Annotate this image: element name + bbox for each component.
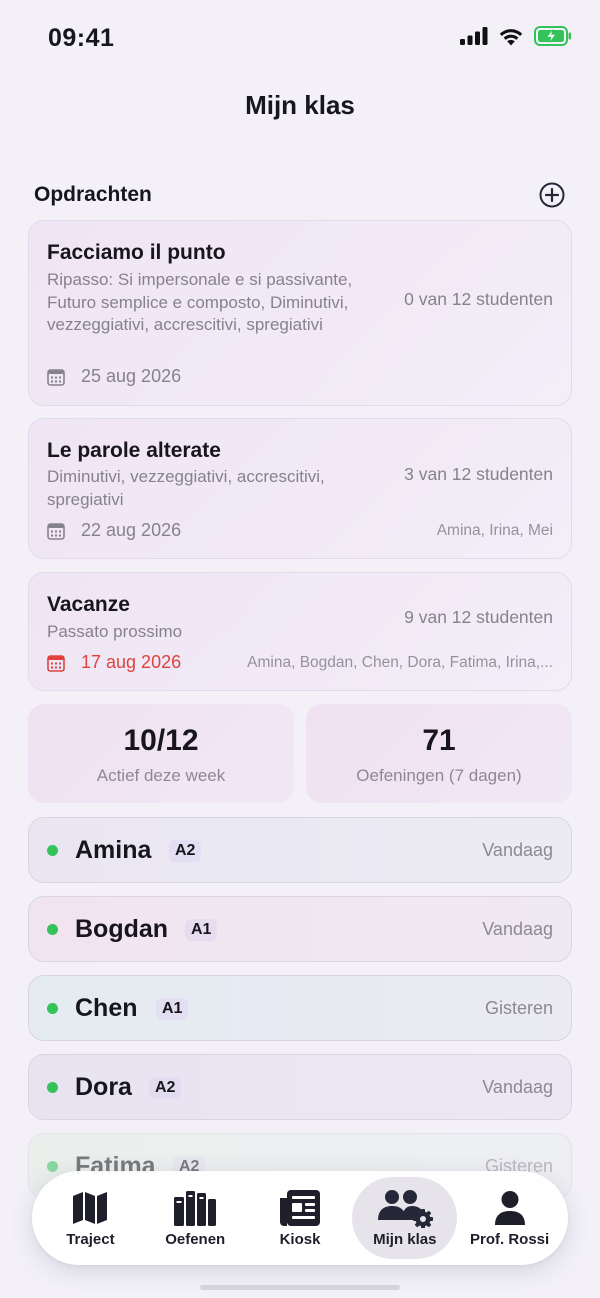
status-bar: 09:41 (0, 0, 600, 78)
assignment-card[interactable]: Vacanze Passato prossimo 9 van 12 studen… (28, 572, 572, 691)
cellular-signal-icon (460, 27, 488, 45)
stat-label: Actief deze week (96, 766, 226, 785)
stat-label: Oefeningen (7 dagen) (356, 766, 522, 785)
assignments-header: Opdrachten (34, 180, 566, 210)
tab-label: Traject (66, 1230, 115, 1248)
assignment-due-date: 22 aug 2026 (47, 520, 181, 541)
tab-profile[interactable]: Prof. Rossi (457, 1177, 562, 1259)
assignment-progress: 9 van 12 studenten (404, 607, 553, 627)
student-row[interactable]: Amina A2 Vandaag (28, 817, 572, 883)
newspaper-icon (279, 1189, 321, 1227)
tab-bar: Traject Oefenen Kiosk Mijn klas Prof. Ro… (32, 1171, 568, 1265)
map-icon (71, 1189, 109, 1227)
assignment-description: Diminutivi, vezzeggiativi, accrescitivi,… (47, 467, 325, 509)
student-level-badge: A1 (185, 919, 218, 941)
assignment-title: Facciamo il punto (47, 241, 226, 264)
assignment-date-text: 22 aug 2026 (81, 520, 182, 540)
page-title: Mijn klas (245, 90, 355, 120)
tab-traject[interactable]: Traject (38, 1177, 143, 1259)
wifi-icon (499, 28, 523, 45)
student-name: Dora (75, 1073, 132, 1101)
status-time: 09:41 (48, 24, 115, 52)
student-last-active: Gisteren (484, 998, 553, 1018)
calendar-icon (47, 522, 65, 540)
status-icons (460, 26, 572, 46)
assignment-date-text: 25 aug 2026 (81, 366, 182, 386)
assignment-due-date: 17 aug 2026 (47, 652, 181, 673)
screen: 09:41 Mijn klas Opdrachten Facciamo il p… (0, 0, 600, 1298)
student-last-active: Vandaag (482, 1077, 553, 1097)
student-row[interactable]: Chen A1 Gisteren (28, 975, 572, 1041)
tab-label: Prof. Rossi (469, 1230, 550, 1248)
stat-value: 71 (422, 724, 456, 757)
tab-oefenen[interactable]: Oefenen (143, 1177, 248, 1259)
stat-exercises-7-days: 71 Oefeningen (7 dagen) (306, 704, 572, 803)
person-icon (493, 1189, 527, 1227)
calendar-icon (47, 368, 65, 386)
online-status-dot (47, 845, 58, 856)
online-status-dot (47, 1003, 58, 1014)
student-name: Chen (75, 994, 138, 1022)
class-settings-icon (376, 1189, 434, 1228)
student-level-badge: A2 (149, 1077, 182, 1099)
tab-kiosk[interactable]: Kiosk (248, 1177, 353, 1259)
assignment-card[interactable]: Facciamo il punto Ripasso: Si impersonal… (28, 220, 572, 406)
stat-value: 10/12 (123, 724, 199, 757)
assignment-due-date: 25 aug 2026 (47, 366, 181, 387)
student-level-badge: A2 (169, 840, 202, 862)
plus-circle-icon (539, 182, 565, 208)
assignment-students: Amina, Irina, Mei (436, 522, 553, 539)
calendar-icon (47, 654, 65, 672)
tab-label: Oefenen (165, 1230, 226, 1248)
student-name: Bogdan (75, 915, 169, 943)
student-name: Amina (75, 836, 152, 864)
online-status-dot (47, 1161, 58, 1172)
tab-label: Kiosk (279, 1230, 321, 1248)
tab-mijn-klas[interactable]: Mijn klas (352, 1177, 458, 1259)
assignment-students: Amina, Bogdan, Chen, Dora, Fatima, Irina… (247, 654, 553, 671)
assignment-title: Vacanze (47, 593, 130, 616)
stat-active-this-week: 10/12 Actief deze week (28, 704, 294, 803)
battery-charging-icon (534, 26, 571, 46)
assignment-progress: 3 van 12 studenten (404, 464, 553, 484)
student-level-badge: A1 (156, 998, 189, 1020)
assignment-card[interactable]: Le parole alterate Diminutivi, vezzeggia… (28, 418, 572, 559)
assignment-date-text: 17 aug 2026 (81, 652, 182, 672)
books-icon (173, 1189, 217, 1227)
student-row[interactable]: Bogdan A1 Vandaag (28, 896, 572, 962)
assignment-progress: 0 van 12 studenten (404, 289, 553, 309)
home-indicator (200, 1285, 400, 1290)
assignments-title: Opdrachten (34, 183, 152, 206)
assignment-description: Passato prossimo (47, 622, 183, 641)
assignment-title: Le parole alterate (47, 439, 221, 462)
student-last-active: Vandaag (482, 919, 553, 939)
assignment-description: Ripasso: Si impersonale e si passivante,… (47, 270, 353, 334)
tab-label: Mijn klas (373, 1230, 437, 1248)
student-row[interactable]: Dora A2 Vandaag (28, 1054, 572, 1120)
online-status-dot (47, 924, 58, 935)
online-status-dot (47, 1082, 58, 1093)
student-last-active: Vandaag (482, 840, 553, 860)
add-assignment-button[interactable] (538, 181, 566, 209)
